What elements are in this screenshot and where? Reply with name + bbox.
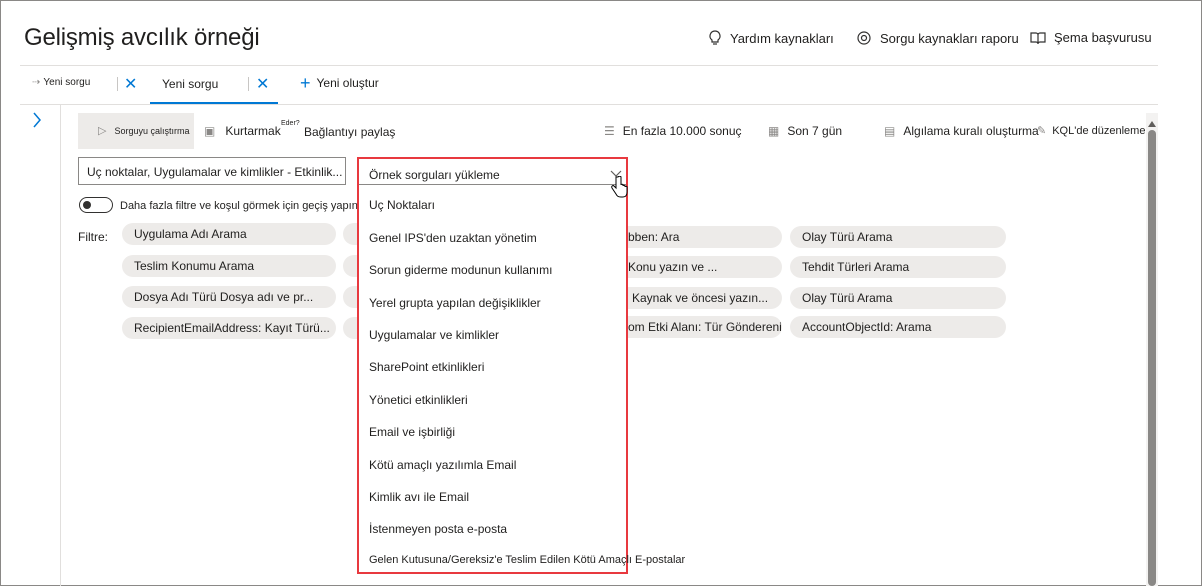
report-icon — [857, 31, 871, 45]
detection-rule-icon: ▤ — [884, 124, 896, 138]
pencil-icon: ✎ — [1037, 125, 1047, 137]
dropdown-option[interactable]: Sorun giderme modunun kullanımı — [369, 263, 552, 277]
query-resources-report-link[interactable]: Sorgu kaynakları raporu — [856, 30, 1019, 46]
dropdown-option[interactable]: Uç Noktaları — [369, 198, 435, 212]
schema-reference-link[interactable]: Şema başvurusu — [1030, 30, 1152, 45]
book-icon — [1030, 31, 1046, 44]
tab-divider — [248, 77, 249, 91]
list-icon: ☰ — [604, 124, 615, 138]
scrollbar-thumb[interactable] — [1148, 130, 1156, 586]
filter-chip[interactable]: Tehdit Türleri Arama — [790, 256, 1006, 278]
run-query-button[interactable]: ▷ Sorguyu çalıştırma — [98, 124, 190, 137]
plus-icon: + — [300, 73, 311, 93]
query-resources-report-label: Sorgu kaynakları raporu — [880, 30, 1019, 46]
time-range-label: Son 7 gün — [787, 124, 843, 138]
help-resources-label: Yardım kaynakları — [730, 30, 834, 46]
edit-in-kql-button[interactable]: ✎ KQL'de düzenleme — [1037, 124, 1146, 138]
dropdown-option[interactable]: Kötü amaçlı yazılımla Email — [369, 458, 516, 472]
share-link-label: Bağlantıyı paylaş — [304, 125, 396, 139]
dropdown-option[interactable]: Kimlik avı ile Email — [369, 490, 469, 504]
edit-superscript: Eder? — [281, 120, 300, 127]
tab-query-1[interactable]: ⇢ Yeni sorgu — [32, 77, 90, 88]
result-limit-label: En fazla 10.000 sonuç — [622, 124, 742, 138]
lightbulb-icon — [709, 30, 721, 45]
expand-panel-chevron-icon[interactable] — [32, 112, 42, 133]
share-link-button[interactable]: Bağlantıyı paylaş — [304, 125, 395, 139]
filter-chip[interactable]: AccountObjectId: Arama — [790, 316, 1006, 338]
tab-query-2[interactable]: Yeni sorgu — [162, 77, 218, 91]
dropdown-option[interactable]: Genel IPS'den uzaktan yönetim — [369, 231, 537, 245]
help-resources-link[interactable]: Yardım kaynakları — [708, 30, 834, 46]
header-divider — [20, 65, 1158, 66]
save-button[interactable]: ▣ Kurtarmak — [204, 124, 281, 138]
save-icon: ▣ — [204, 124, 216, 138]
dropdown-option[interactable]: Yerel grupta yapılan değişiklikler — [369, 296, 541, 310]
tab-query-1-label: Yeni sorgu — [43, 77, 91, 88]
create-detection-rule-button[interactable]: ▤ Algılama kuralı oluşturma — [884, 124, 1039, 138]
dropdown-option[interactable]: Gelen Kutusuna/Gereksiz'e Teslim Edilen … — [369, 554, 685, 566]
close-tab-2-icon[interactable]: ✕ — [256, 74, 269, 94]
close-tab-1-icon[interactable]: ✕ — [124, 74, 137, 94]
dropdown-option[interactable]: Uygulamalar ve kimlikler — [369, 328, 499, 342]
filter-chip[interactable]: RecipientEmailAddress: Kayıt Türü... — [122, 317, 336, 339]
new-query-label: Yeni oluştur — [316, 76, 379, 90]
toggle-knob — [83, 201, 91, 209]
filter-chip[interactable]: Olay Türü Arama — [790, 287, 1006, 309]
dropdown-option[interactable]: Email ve işbirliği — [369, 425, 455, 439]
time-range-button[interactable]: ▦ Son 7 gün — [768, 124, 842, 138]
dropdown-option[interactable]: İstenmeyen posta e-posta — [369, 522, 507, 536]
new-query-button[interactable]: + Yeni oluştur — [300, 73, 379, 93]
run-query-label: Sorguyu çalıştırma — [114, 125, 190, 136]
query-icon: ⇢ — [32, 77, 41, 88]
filter-label: Filtre: — [78, 230, 108, 244]
filter-chip[interactable]: Uygulama Adı Arama — [122, 223, 336, 245]
tab-divider — [117, 77, 118, 91]
page-title: Gelişmiş avcılık örneği — [24, 24, 260, 51]
category-select[interactable]: Uç noktalar, Uygulamalar ve kimlikler - … — [78, 157, 346, 185]
play-icon: ▷ — [98, 125, 107, 137]
schema-reference-label: Şema başvurusu — [1054, 30, 1152, 45]
save-label: Kurtarmak — [225, 124, 281, 138]
partial-chip-text: om — [628, 320, 645, 334]
dropdown-option[interactable]: SharePoint etkinlikleri — [369, 360, 484, 374]
sample-queries-select[interactable]: Örnek sorguları yükleme — [359, 159, 626, 185]
filter-chip[interactable]: Olay Türü Arama — [790, 226, 1006, 248]
rail-divider — [60, 105, 61, 586]
edit-in-kql-label: KQL'de düzenleme — [1052, 124, 1146, 137]
hand-cursor-icon — [610, 175, 628, 203]
tabs-divider — [20, 104, 1158, 105]
dropdown-option[interactable]: Yönetici etkinlikleri — [369, 393, 468, 407]
result-limit-button[interactable]: ☰ En fazla 10.000 sonuç — [604, 124, 742, 138]
calendar-icon: ▦ — [768, 124, 780, 138]
more-filters-toggle-label: Daha fazla filtre ve koşul görmek için g… — [120, 200, 358, 212]
filter-chip[interactable]: Teslim Konumu Arama — [122, 255, 336, 277]
create-detection-rule-label: Algılama kuralı oluşturma — [903, 124, 1039, 138]
filter-chip[interactable]: Dosya Adı Türü Dosya adı ve pr... — [122, 286, 336, 308]
tab-query-2-label: Yeni sorgu — [162, 77, 219, 91]
